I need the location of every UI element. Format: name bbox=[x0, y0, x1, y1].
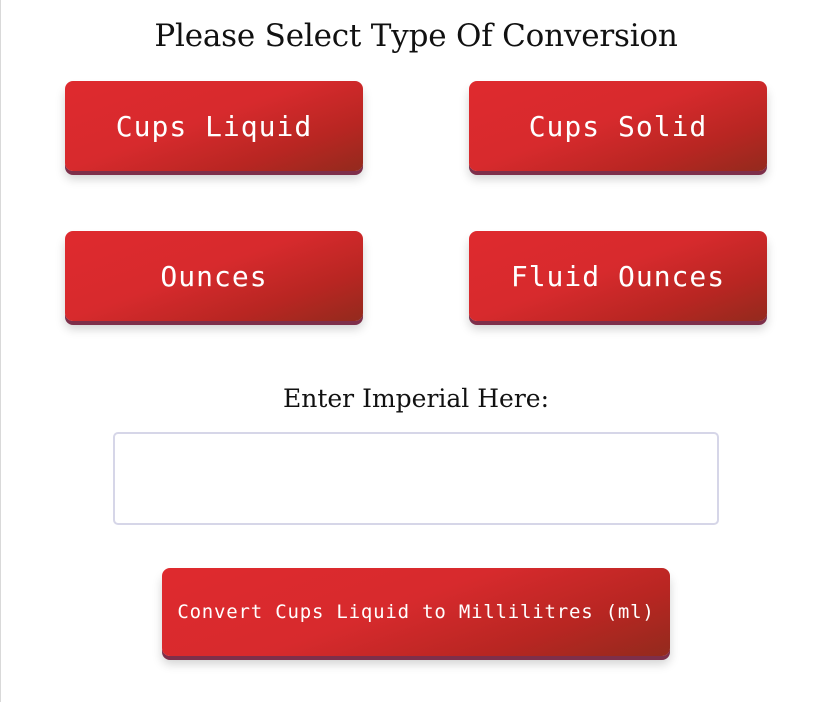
cups-solid-button[interactable]: Cups Solid bbox=[469, 81, 767, 171]
fluid-ounces-button[interactable]: Fluid Ounces bbox=[469, 231, 767, 321]
imperial-input-label: Enter Imperial Here: bbox=[282, 384, 550, 413]
ounces-button[interactable]: Ounces bbox=[65, 231, 363, 321]
page-title: Please Select Type Of Conversion bbox=[154, 18, 678, 54]
window-edge bbox=[0, 0, 1, 702]
convert-button[interactable]: Convert Cups Liquid to Millilitres (ml) bbox=[162, 568, 670, 656]
imperial-input[interactable] bbox=[113, 432, 719, 525]
cups-liquid-button[interactable]: Cups Liquid bbox=[65, 81, 363, 171]
